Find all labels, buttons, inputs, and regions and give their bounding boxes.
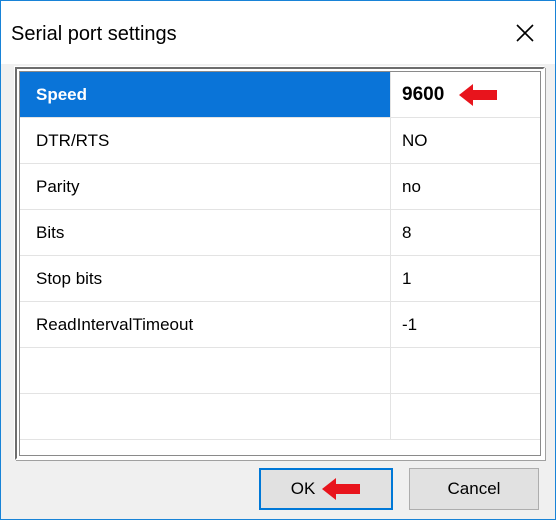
setting-value[interactable]: 1 (392, 256, 540, 301)
setting-value[interactable]: no (392, 164, 540, 209)
settings-row-read-interval-timeout[interactable]: ReadIntervalTimeout -1 (20, 302, 540, 348)
settings-row-dtr-rts[interactable]: DTR/RTS NO (20, 118, 540, 164)
setting-value (392, 348, 540, 393)
close-button[interactable] (495, 1, 555, 64)
setting-name (20, 348, 391, 393)
setting-value[interactable]: 8 (392, 210, 540, 255)
settings-row-empty (20, 394, 540, 440)
settings-row-parity[interactable]: Parity no (20, 164, 540, 210)
red-arrow-icon (322, 478, 361, 500)
settings-row-speed[interactable]: Speed 9600 (20, 72, 540, 118)
setting-name (20, 394, 391, 439)
cancel-button[interactable]: Cancel (409, 468, 539, 510)
setting-name: ReadIntervalTimeout (20, 302, 391, 347)
serial-port-settings-dialog: Serial port settings Speed 9600 DTR/RTS … (0, 0, 556, 520)
cancel-button-label: Cancel (447, 479, 501, 498)
settings-row-stop-bits[interactable]: Stop bits 1 (20, 256, 540, 302)
setting-value[interactable]: -1 (392, 302, 540, 347)
title-bar: Serial port settings (1, 1, 555, 64)
setting-value[interactable]: 9600 (392, 72, 540, 117)
setting-value[interactable]: NO (392, 118, 540, 163)
setting-value (392, 394, 540, 439)
setting-name: DTR/RTS (20, 118, 391, 163)
setting-value-text: 9600 (402, 84, 445, 105)
setting-name: Bits (20, 210, 391, 255)
settings-row-bits[interactable]: Bits 8 (20, 210, 540, 256)
setting-name: Speed (20, 72, 391, 117)
settings-grid[interactable]: Speed 9600 DTR/RTS NO Parity no Bits 8 S… (19, 71, 541, 456)
red-arrow-icon (458, 83, 497, 106)
settings-row-empty (20, 348, 540, 394)
ok-button-label: OK (290, 479, 316, 498)
ok-button[interactable]: OK (259, 468, 393, 510)
settings-grid-frame: Speed 9600 DTR/RTS NO Parity no Bits 8 S… (15, 67, 545, 460)
close-icon (516, 23, 534, 42)
setting-name: Stop bits (20, 256, 391, 301)
setting-name: Parity (20, 164, 391, 209)
window-title: Serial port settings (11, 23, 177, 45)
